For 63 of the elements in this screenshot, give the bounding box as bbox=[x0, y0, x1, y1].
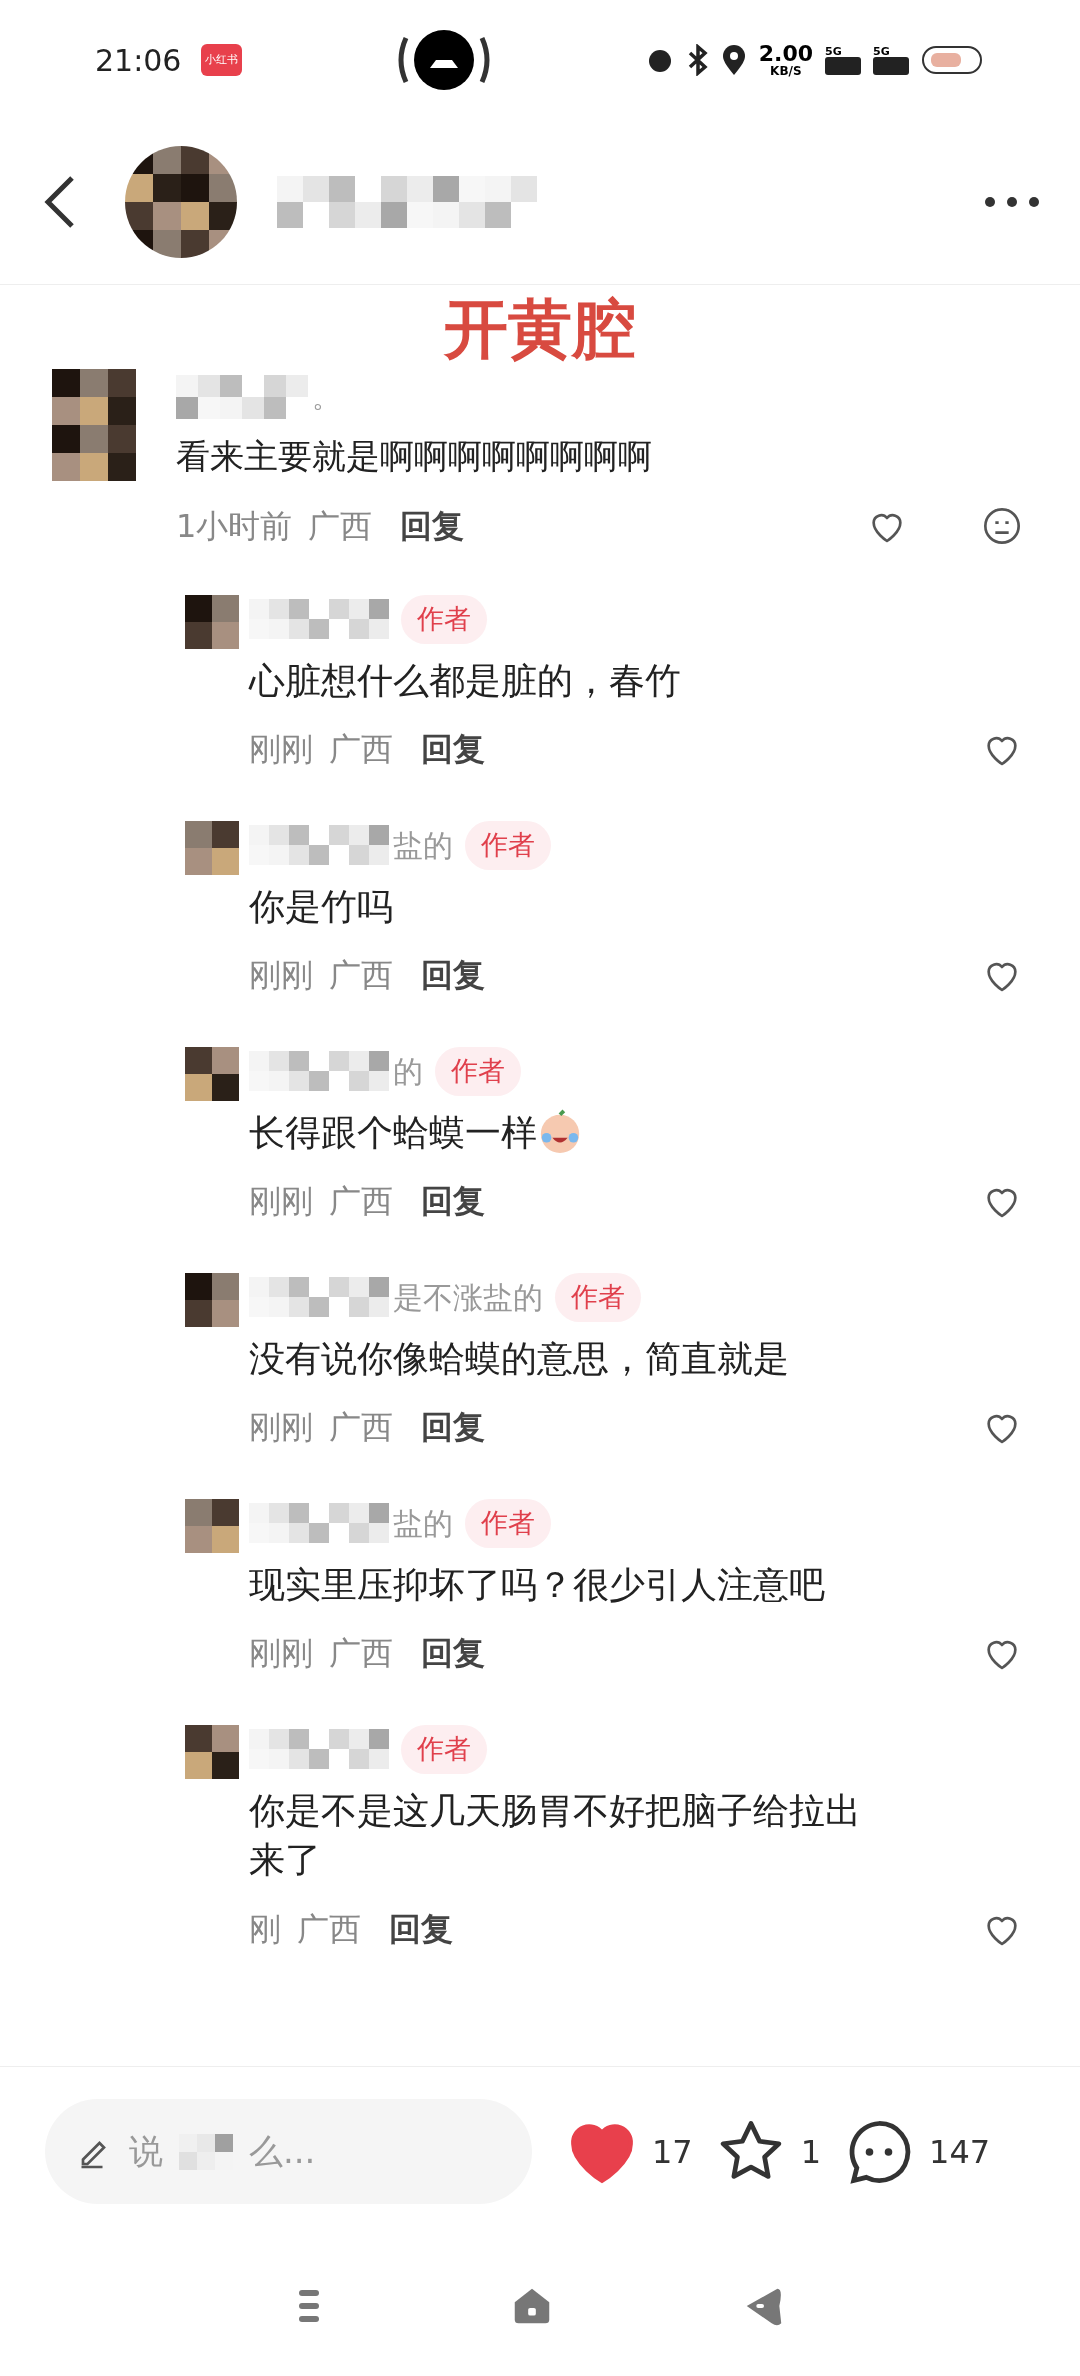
comment-time: 刚刚 bbox=[249, 1407, 313, 1448]
reply-link[interactable]: 回复 bbox=[400, 502, 465, 550]
more-icon[interactable] bbox=[984, 196, 1040, 208]
reply-link[interactable]: 回复 bbox=[421, 1403, 485, 1451]
reply-link[interactable]: 回复 bbox=[421, 1177, 485, 1225]
comment-location: 广西 bbox=[329, 955, 393, 996]
author-tag: 作者 bbox=[401, 1725, 487, 1774]
network-type: 5G bbox=[873, 45, 890, 57]
comment-text: 长得跟个蛤蟆一样 bbox=[249, 1110, 537, 1155]
comment-location: 广西 bbox=[329, 1633, 393, 1674]
placeholder-text: 么... bbox=[249, 2130, 316, 2173]
bluetooth-icon bbox=[686, 44, 709, 76]
network-speed: 2.00 bbox=[758, 43, 813, 65]
comment-time: 刚 bbox=[249, 1908, 281, 1950]
user-name: 。 bbox=[312, 380, 340, 416]
location-icon bbox=[720, 44, 747, 76]
user-name: 的 bbox=[393, 1052, 423, 1091]
comment-location: 广西 bbox=[329, 1181, 393, 1222]
comment-text: 你是竹吗 bbox=[249, 884, 393, 929]
avatar bbox=[185, 595, 239, 649]
comment-location: 广西 bbox=[329, 729, 393, 770]
comment-location: 广西 bbox=[308, 506, 373, 547]
user-name: 盐的 bbox=[393, 826, 453, 865]
comment-time: 刚刚 bbox=[249, 729, 313, 770]
comment-time: 刚刚 bbox=[249, 1181, 313, 1222]
action-count: 17 bbox=[652, 2131, 693, 2173]
app-icon: 小红书 bbox=[201, 43, 243, 77]
overlay-caption: 开黄腔 bbox=[444, 297, 636, 361]
comment-location: 广西 bbox=[297, 1908, 361, 1950]
comment-location: 广西 bbox=[329, 1407, 393, 1448]
comment-time: 1小时前 bbox=[176, 506, 293, 547]
placeholder-text: 说 bbox=[129, 2130, 163, 2173]
comment-text: 看来主要就是啊啊啊啊啊啊啊啊 bbox=[176, 435, 653, 478]
author-tag: 作者 bbox=[435, 1047, 521, 1096]
comment-time: 刚刚 bbox=[249, 955, 313, 996]
author-tag: 作者 bbox=[465, 1499, 551, 1548]
user-name: 是不涨盐的 bbox=[393, 1278, 543, 1317]
avatar bbox=[185, 1273, 239, 1327]
reply-link[interactable]: 回复 bbox=[421, 951, 485, 999]
avatar bbox=[185, 821, 239, 875]
comment-text: 没有说你像蛤蟆的意思，简直就是 bbox=[249, 1336, 789, 1381]
battery-icon bbox=[921, 45, 985, 75]
avatar bbox=[185, 1047, 239, 1101]
avatar bbox=[185, 1499, 239, 1553]
comment-text: 你是不是这几天肠胃不好把脑子给拉出来了 bbox=[249, 1788, 862, 1882]
dislike-face-icon[interactable] bbox=[982, 506, 1022, 546]
pixelated-name bbox=[179, 2133, 233, 2170]
reply-link[interactable]: 回复 bbox=[389, 1904, 453, 1953]
reply-link[interactable]: 回复 bbox=[421, 1629, 485, 1677]
author-tag: 作者 bbox=[465, 821, 551, 870]
network-type: 5G bbox=[825, 45, 842, 57]
action-count: 1 bbox=[800, 2131, 822, 2173]
speed-unit: KB/S bbox=[770, 65, 802, 77]
author-tag: 作者 bbox=[555, 1273, 641, 1322]
comment-text: 现实里压抑坏了吗？很少引人注意吧 bbox=[249, 1562, 825, 1607]
comment-text: 心脏想什么都是脏的，春竹 bbox=[249, 658, 681, 703]
action-count: 147 bbox=[929, 2131, 991, 2173]
reply-link[interactable]: 回复 bbox=[421, 725, 485, 773]
author-tag: 作者 bbox=[401, 595, 487, 644]
user-name: 盐的 bbox=[393, 1504, 453, 1543]
clock: 21:06 bbox=[95, 41, 182, 80]
comment-time: 刚刚 bbox=[249, 1633, 313, 1674]
avatar bbox=[185, 1725, 239, 1779]
